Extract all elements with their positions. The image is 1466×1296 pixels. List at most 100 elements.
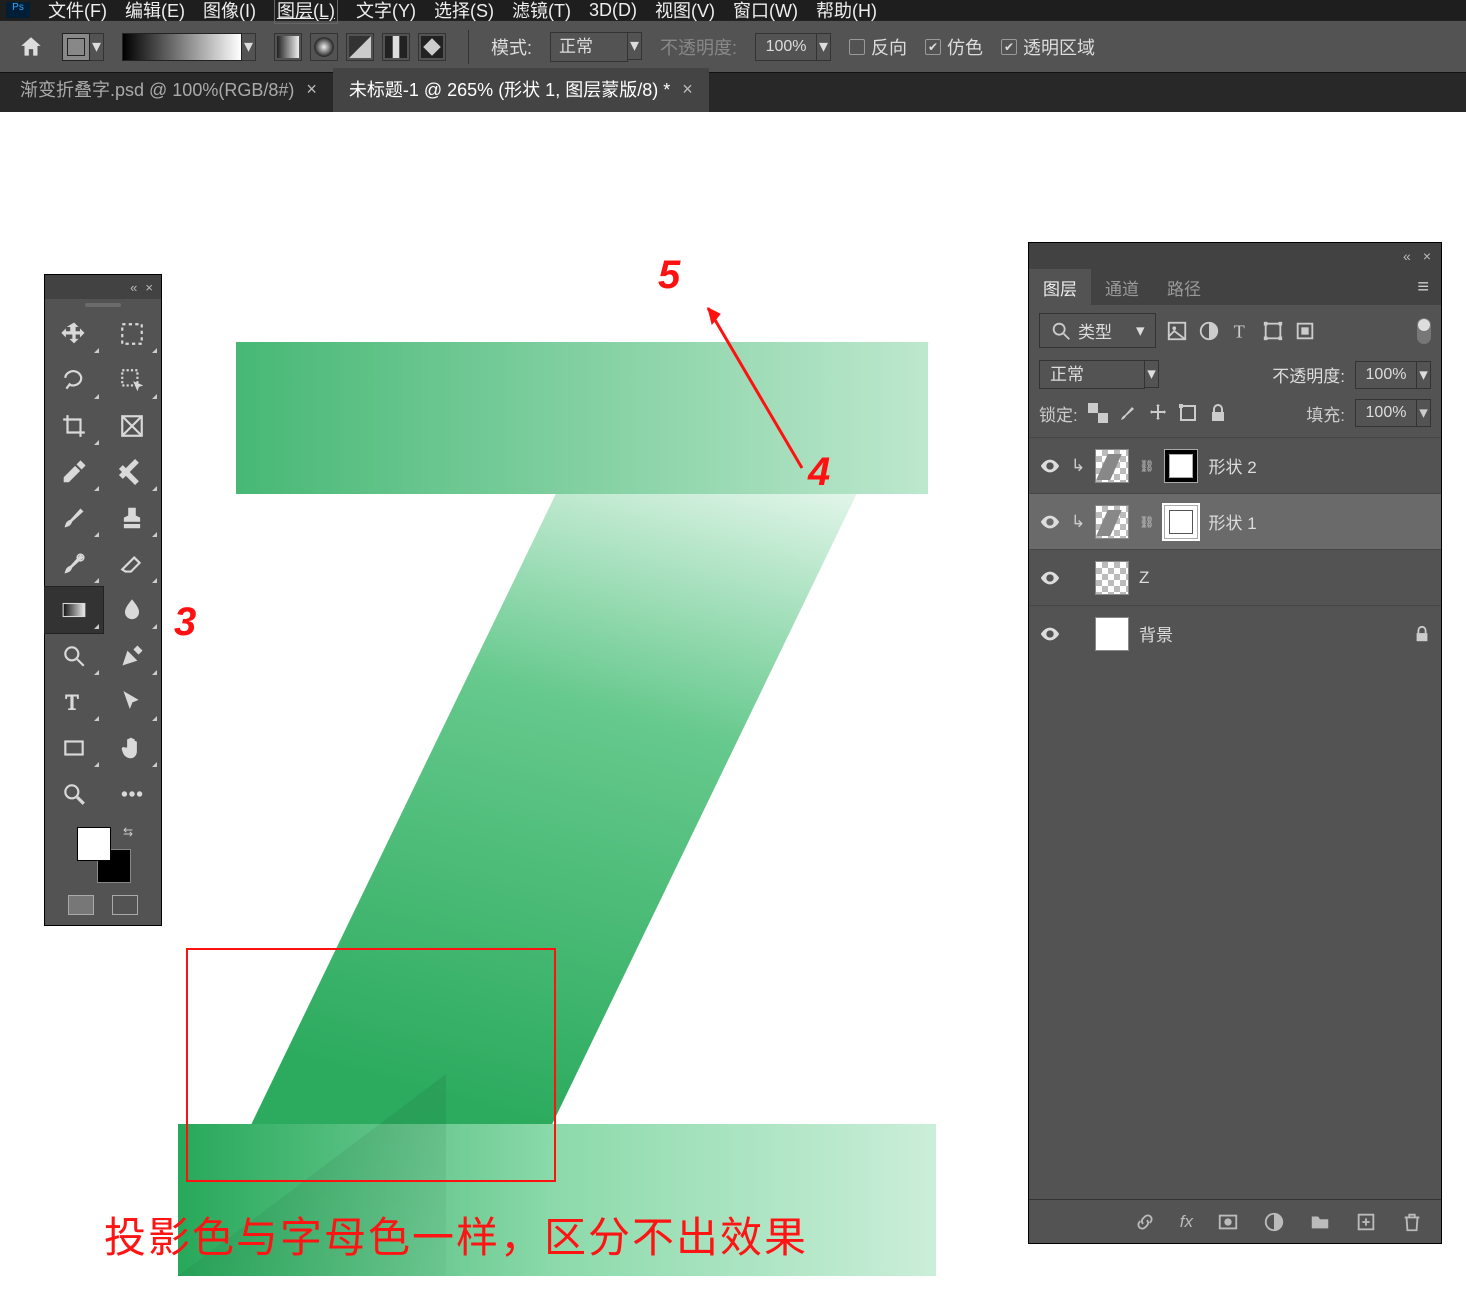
menu-type[interactable]: 文字(Y) (356, 0, 416, 23)
tool-preset-caret[interactable]: ▾ (90, 33, 104, 61)
doc-tab-1[interactable]: 渐变折叠字.psd @ 100%(RGB/8#) × (4, 68, 333, 112)
grip-icon[interactable] (45, 299, 161, 311)
lasso-tool[interactable] (45, 357, 103, 403)
visibility-icon[interactable] (1039, 567, 1061, 589)
tab-channels[interactable]: 通道 (1091, 269, 1153, 305)
gradient-caret[interactable]: ▾ (242, 33, 256, 61)
fg-color[interactable] (77, 827, 111, 861)
layer-name[interactable]: 形状 1 (1208, 509, 1431, 534)
blend-caret[interactable]: ▾ (1145, 360, 1159, 388)
close-icon[interactable]: × (682, 79, 693, 100)
tool-preset-button[interactable] (62, 33, 90, 61)
layer-row[interactable]: ↳ ⛓ 形状 1 (1029, 493, 1441, 549)
gradient-tool[interactable] (45, 587, 103, 633)
layer-name[interactable]: 背景 (1139, 621, 1403, 646)
gradient-angle-icon[interactable] (346, 33, 374, 61)
opacity-caret[interactable]: ▾ (817, 33, 831, 61)
gradient-diamond-icon[interactable] (418, 33, 446, 61)
layer-thumb[interactable] (1095, 505, 1129, 539)
brush-tool[interactable] (45, 495, 103, 541)
new-layer-icon[interactable] (1355, 1211, 1377, 1233)
link-layers-icon[interactable] (1134, 1211, 1156, 1233)
close-icon[interactable]: × (306, 79, 317, 100)
filter-smart-icon[interactable] (1294, 320, 1316, 342)
zoom-tool[interactable] (45, 771, 103, 817)
eyedropper-tool[interactable] (45, 449, 103, 495)
filter-type-icon[interactable]: T (1230, 320, 1252, 342)
filter-pixel-icon[interactable] (1166, 320, 1188, 342)
rectangle-tool[interactable] (45, 725, 103, 771)
blend-mode-select[interactable]: 正常 (550, 32, 628, 62)
gradient-linear-icon[interactable] (274, 33, 302, 61)
blend-mode-caret[interactable]: ▾ (628, 32, 642, 60)
filter-type-select[interactable]: 类型 ▾ (1039, 313, 1156, 348)
layer-name[interactable]: 形状 2 (1208, 453, 1431, 478)
eraser-tool[interactable] (103, 541, 161, 587)
lock-all-icon[interactable] (1208, 403, 1228, 423)
filter-toggle[interactable] (1417, 318, 1431, 344)
layer-row[interactable]: 背景 (1029, 605, 1441, 661)
mask-thumb[interactable] (1164, 449, 1198, 483)
menu-file[interactable]: 文件(F) (48, 0, 107, 23)
crop-tool[interactable] (45, 403, 103, 449)
tab-paths[interactable]: 路径 (1153, 269, 1215, 305)
frame-tool[interactable] (103, 403, 161, 449)
gradient-reflected-icon[interactable] (382, 33, 410, 61)
lock-transparent-icon[interactable] (1088, 403, 1108, 423)
lock-position-icon[interactable] (1148, 403, 1168, 423)
lock-paint-icon[interactable] (1118, 403, 1138, 423)
close-icon[interactable]: × (145, 280, 153, 295)
screen-mode-standard[interactable] (68, 895, 94, 915)
doc-tab-2[interactable]: 未标题-1 @ 265% (形状 1, 图层蒙版/8) * × (333, 68, 709, 112)
menu-image[interactable]: 图像(I) (203, 0, 256, 23)
layer-opacity-input[interactable] (1355, 361, 1417, 389)
menu-view[interactable]: 视图(V) (655, 0, 715, 23)
dither-checkbox[interactable]: 仿色 (925, 34, 983, 60)
quick-select-tool[interactable] (103, 357, 161, 403)
visibility-icon[interactable] (1039, 511, 1061, 533)
blur-tool[interactable] (103, 587, 161, 633)
stamp-tool[interactable] (103, 495, 161, 541)
add-mask-icon[interactable] (1217, 1211, 1239, 1233)
layer-name[interactable]: Z (1139, 568, 1431, 588)
new-group-icon[interactable] (1309, 1211, 1331, 1233)
collapse-icon[interactable]: « (130, 280, 137, 295)
menu-select[interactable]: 选择(S) (434, 0, 494, 23)
layer-opacity-caret[interactable]: ▾ (1417, 361, 1431, 389)
mask-thumb[interactable] (1164, 505, 1198, 539)
opacity-input[interactable] (755, 33, 817, 61)
layer-thumb[interactable] (1095, 617, 1129, 651)
marquee-tool[interactable] (103, 311, 161, 357)
dodge-tool[interactable] (45, 633, 103, 679)
menu-filter[interactable]: 滤镜(T) (512, 0, 571, 23)
type-tool[interactable]: T (45, 679, 103, 725)
path-select-tool[interactable] (103, 679, 161, 725)
screen-mode-full[interactable] (112, 895, 138, 915)
tab-layers[interactable]: 图层 (1029, 269, 1091, 305)
gradient-radial-icon[interactable] (310, 33, 338, 61)
menu-layer[interactable]: 图层(L) (274, 0, 338, 24)
layer-blend-select[interactable]: 正常 (1039, 360, 1145, 389)
visibility-icon[interactable] (1039, 623, 1061, 645)
reverse-checkbox[interactable]: 反向 (849, 34, 907, 60)
delete-layer-icon[interactable] (1401, 1211, 1423, 1233)
color-swatches[interactable]: ⇆ (73, 825, 133, 885)
hand-tool[interactable] (103, 725, 161, 771)
swap-colors-icon[interactable]: ⇆ (123, 825, 133, 839)
pen-tool[interactable] (103, 633, 161, 679)
menu-help[interactable]: 帮助(H) (816, 0, 877, 23)
layer-thumb[interactable] (1095, 449, 1129, 483)
collapse-icon[interactable]: « (1403, 248, 1411, 264)
fx-icon[interactable]: fx (1180, 1212, 1193, 1232)
more-tools[interactable] (103, 771, 161, 817)
filter-shape-icon[interactable] (1262, 320, 1284, 342)
visibility-icon[interactable] (1039, 455, 1061, 477)
lock-artboard-icon[interactable] (1178, 403, 1198, 423)
layer-row[interactable]: Z (1029, 549, 1441, 605)
menu-3d[interactable]: 3D(D) (589, 0, 637, 21)
history-brush-tool[interactable] (45, 541, 103, 587)
filter-adjust-icon[interactable] (1198, 320, 1220, 342)
home-icon[interactable] (18, 34, 44, 60)
adjustment-layer-icon[interactable] (1263, 1211, 1285, 1233)
transparency-checkbox[interactable]: 透明区域 (1001, 34, 1095, 60)
